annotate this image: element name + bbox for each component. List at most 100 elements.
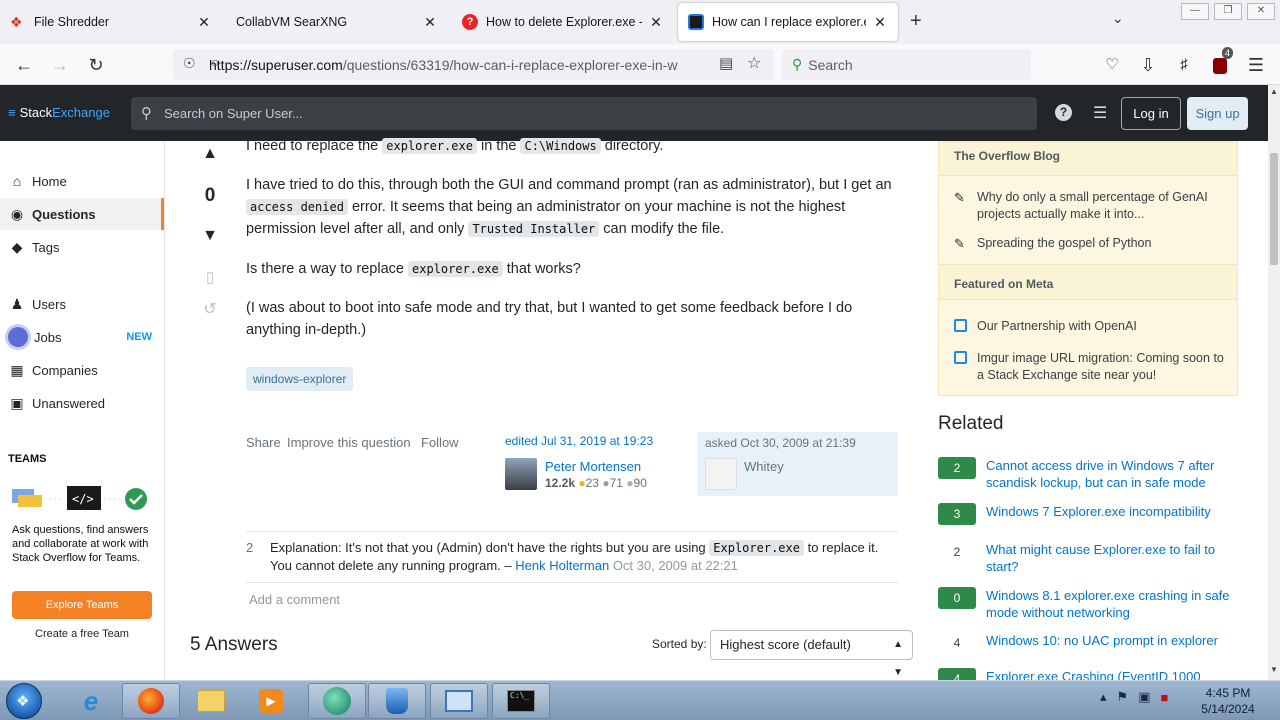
close-window-icon[interactable]: ✕ [1247, 3, 1275, 20]
sidebar-item-companies[interactable]: ▦ Companies [0, 354, 164, 386]
app-taskbar-icon[interactable] [308, 683, 366, 719]
network-icon[interactable]: ▣ [1138, 689, 1150, 705]
improve-question-link[interactable]: Improve this question [287, 435, 411, 450]
related-question-link[interactable]: What might cause Explorer.exe to fail to… [986, 541, 1238, 575]
forward-arrow-icon[interactable]: → [48, 53, 72, 77]
lock-icon[interactable]: ○ [211, 54, 219, 70]
sidebar-item-unanswered[interactable]: ▣ Unanswered [0, 387, 164, 419]
blog-item-link[interactable]: Why do only a small percentage of GenAI … [977, 190, 1208, 221]
related-question-link[interactable]: Explorer.exe Crashing (EventID 1000 [986, 668, 1238, 680]
reload-icon[interactable]: ↻ [84, 53, 108, 77]
stackexchange-logo[interactable]: ≡ StackExchange [8, 105, 110, 120]
comment-user-link[interactable]: Henk Holterman [515, 558, 609, 573]
downvote-icon[interactable]: ▼ [190, 227, 230, 245]
related-score-badge[interactable]: 4 [938, 632, 976, 654]
signup-button[interactable]: Sign up [1187, 97, 1248, 130]
add-comment-link[interactable]: Add a comment [249, 592, 340, 607]
related-question-link[interactable]: Windows 10: no UAC prompt in explorer [986, 632, 1238, 649]
sidebar-item-jobs[interactable]: Jobs NEW [0, 321, 164, 353]
history-icon[interactable]: ↺ [190, 299, 230, 319]
new-tab-plus-icon[interactable]: + [910, 10, 922, 33]
minimize-icon[interactable]: — [1181, 3, 1209, 20]
url-bar[interactable]: ☉ ○ https://superuser.com/questions/6331… [173, 49, 774, 80]
editor-name[interactable]: Peter Mortensen [545, 459, 641, 474]
page-scrollbar[interactable]: ▲ ▼ [1268, 85, 1280, 681]
related-score-badge[interactable]: 0 [938, 587, 976, 609]
chevron-down-icon[interactable]: ⌄ [1112, 10, 1124, 27]
upvote-icon[interactable]: ▲ [190, 145, 230, 163]
close-tab-icon[interactable]: ✕ [872, 14, 888, 31]
blog-item[interactable]: ✎ Why do only a small percentage of GenA… [954, 189, 1229, 223]
asker-name[interactable]: Whitey [744, 459, 784, 474]
sidebar-item-users[interactable]: ♟ Users [0, 288, 164, 320]
tab-collabvm-searxng[interactable]: CollabVM SearXNG ✕ [226, 3, 448, 41]
sort-answers-select[interactable]: Highest score (default) ▲ ▼ [710, 630, 913, 678]
blog-item[interactable]: ✎ Spreading the gospel of Python [954, 235, 1229, 252]
start-button[interactable]: ❖ [6, 683, 42, 719]
hamburger-menu-icon[interactable]: ☰ [1244, 53, 1268, 77]
ublock-icon[interactable]: 4 [1208, 47, 1234, 77]
related-question-link[interactable]: Windows 8.1 explorer.exe crashing in saf… [986, 587, 1238, 621]
scroll-thumb[interactable] [1270, 153, 1278, 265]
windows-logo-icon: ❖ [16, 693, 30, 710]
firefox-taskbar-icon[interactable] [122, 683, 180, 719]
related-question-link[interactable]: Windows 7 Explorer.exe incompatibility [986, 503, 1238, 520]
pocket-icon[interactable]: ♡ [1100, 53, 1124, 77]
shield-icon[interactable]: ☉ [183, 55, 196, 72]
browser-search-bar[interactable]: ⚲ Search [782, 49, 1031, 80]
bookmark-star-icon[interactable]: ☆ [747, 53, 761, 73]
tab-replace-explorer[interactable]: How can I replace explorer.exe ✕ [678, 3, 898, 41]
bookmark-icon[interactable]: ▯ [190, 268, 230, 286]
explorer-taskbar-icon[interactable] [182, 683, 240, 719]
close-tab-icon[interactable]: ✕ [196, 14, 212, 31]
extensions-icon[interactable]: ♯ [1172, 53, 1196, 77]
help-icon[interactable]: ? [1055, 104, 1072, 121]
volume-muted-icon[interactable]: ■ [1160, 690, 1168, 705]
tab-file-shredder[interactable]: ❖ File Shredder ✕ [0, 3, 222, 41]
download-icon[interactable]: ⇩ [1136, 53, 1160, 77]
related-score-badge[interactable]: 4 [938, 668, 976, 680]
blog-item-link[interactable]: Spreading the gospel of Python [977, 236, 1151, 250]
login-button[interactable]: Log in [1121, 97, 1181, 130]
related-score-badge[interactable]: 2 [938, 457, 976, 479]
media-player-taskbar-icon[interactable]: ▶ [242, 683, 300, 719]
follow-link[interactable]: Follow [421, 435, 459, 450]
back-arrow-icon[interactable]: ← [12, 53, 36, 77]
reader-view-icon[interactable]: ▤ [719, 54, 733, 72]
taskbar-clock[interactable]: 4:45 PM 5/14/2024 [1188, 685, 1268, 717]
related-score-badge[interactable]: 2 [938, 541, 976, 563]
meta-item-link[interactable]: Imgur image URL migration: Coming soon t… [977, 351, 1224, 382]
close-tab-icon[interactable]: ✕ [422, 14, 438, 31]
meta-item[interactable]: Imgur image URL migration: Coming soon t… [954, 350, 1229, 384]
tag-windows-explorer[interactable]: windows-explorer [246, 367, 354, 391]
scroll-down-icon[interactable]: ▼ [1268, 665, 1280, 679]
site-search-input[interactable]: ⚲ Search on Super User... [131, 97, 1037, 130]
show-hidden-icons-icon[interactable]: ▴ [1100, 689, 1107, 705]
sidebar-item-home[interactable]: ⌂ Home [0, 165, 164, 197]
edited-timestamp[interactable]: edited Jul 31, 2019 at 19:23 [505, 434, 685, 448]
tab-how-to-delete-explorer[interactable]: ? How to delete Explorer.exe - Wi ✕ [452, 3, 674, 41]
related-score-badge[interactable]: 3 [938, 503, 976, 525]
internet-explorer-taskbar-icon[interactable]: e [62, 683, 120, 719]
explore-teams-button[interactable]: Explore Teams [12, 591, 152, 619]
share-link[interactable]: Share [246, 435, 281, 450]
cmd-taskbar-icon[interactable]: C:\_ [492, 683, 550, 719]
control-panel-taskbar-icon[interactable] [430, 683, 488, 719]
create-free-team-link[interactable]: Create a free Team [12, 628, 152, 640]
sidebar-item-tags[interactable]: ◆ Tags [0, 231, 164, 263]
related-question[interactable]: 4 Explorer.exe Crashing (EventID 1000 [938, 668, 1238, 680]
sidebar-item-questions[interactable]: ◉ Questions [0, 198, 164, 230]
avatar[interactable] [705, 458, 737, 490]
scroll-up-icon[interactable]: ▲ [1268, 87, 1280, 101]
installer-taskbar-icon[interactable] [368, 683, 426, 719]
meta-item-link[interactable]: Our Partnership with OpenAI [977, 319, 1137, 333]
maximize-icon[interactable]: ❐ [1214, 3, 1242, 20]
meta-item[interactable]: Our Partnership with OpenAI [954, 318, 1229, 335]
flag-icon[interactable]: ⚑ [1117, 689, 1129, 705]
site-switcher-icon[interactable]: ☰ [1093, 103, 1110, 123]
comment-date[interactable]: Oct 30, 2009 at 22:21 [613, 558, 738, 573]
close-tab-icon[interactable]: ✕ [648, 14, 664, 31]
url-text[interactable]: https://superuser.com/questions/63319/ho… [209, 57, 679, 73]
related-question-link[interactable]: Cannot access drive in Windows 7 after s… [986, 457, 1238, 491]
avatar[interactable] [505, 458, 537, 490]
